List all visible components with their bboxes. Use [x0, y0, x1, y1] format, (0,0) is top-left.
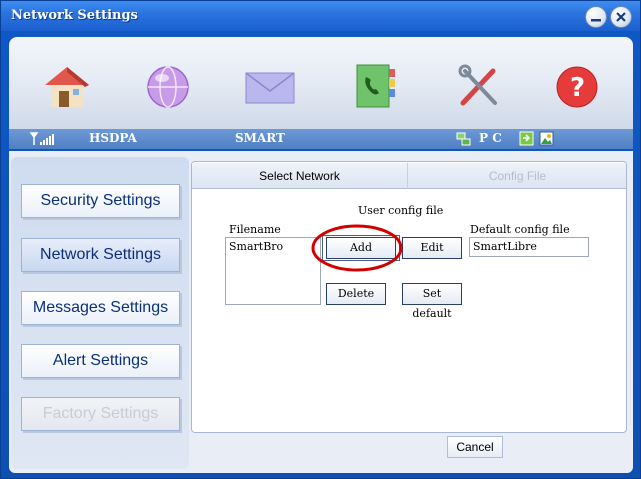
- list-item[interactable]: SmartBro: [229, 240, 317, 253]
- user-config-title: User config file: [358, 204, 444, 217]
- home-icon[interactable]: [39, 63, 95, 109]
- app-window: Network Settings ? HSDPA SMART P C Secur…: [0, 0, 641, 479]
- tab-bar: Select Network Config File: [192, 163, 626, 189]
- help-icon[interactable]: ?: [555, 63, 611, 109]
- close-icon: [616, 12, 626, 22]
- sidebar-item-security[interactable]: Security Settings: [21, 184, 180, 218]
- window-title: Network Settings: [11, 8, 138, 23]
- tools-icon[interactable]: [453, 63, 509, 109]
- connection-label: P C: [479, 131, 502, 145]
- sidebar-item-alert[interactable]: Alert Settings: [21, 344, 180, 378]
- network-connection-icon: [456, 131, 472, 150]
- globe-icon[interactable]: [142, 63, 198, 109]
- sidebar-item-network[interactable]: Network Settings: [21, 238, 180, 272]
- minimize-icon: [591, 19, 601, 22]
- sidebar-item-factory: Factory Settings: [21, 397, 180, 431]
- tab-select-network[interactable]: Select Network: [192, 163, 408, 189]
- network-type: HSDPA: [89, 131, 137, 145]
- default-config-label: Default config file: [470, 223, 570, 236]
- mail-icon[interactable]: [244, 63, 300, 109]
- title-bar[interactable]: Network Settings: [1, 1, 640, 31]
- status-bar: HSDPA SMART P C: [9, 129, 633, 149]
- exit-icon[interactable]: [519, 131, 535, 150]
- delete-button[interactable]: Delete: [326, 283, 386, 305]
- highlight-ellipse: [311, 224, 403, 272]
- picture-icon[interactable]: [539, 131, 555, 150]
- filename-label: Filename: [229, 223, 281, 236]
- operator-name: SMART: [235, 131, 285, 145]
- config-file-list[interactable]: SmartBro: [225, 237, 321, 305]
- sidebar-item-messages[interactable]: Messages Settings: [21, 291, 180, 325]
- edit-button[interactable]: Edit: [402, 237, 462, 259]
- minimize-button[interactable]: [585, 6, 607, 28]
- svg-text:?: ?: [570, 73, 585, 103]
- cancel-button[interactable]: Cancel: [447, 436, 503, 458]
- close-button[interactable]: [610, 6, 632, 28]
- tab-config-file[interactable]: Config File: [409, 163, 626, 189]
- set-default-button[interactable]: Set default: [402, 283, 462, 320]
- phonebook-icon[interactable]: [351, 63, 407, 109]
- signal-icon: [29, 131, 57, 150]
- default-config-field[interactable]: SmartLibre: [469, 237, 589, 257]
- main-toolbar: ?: [9, 37, 633, 129]
